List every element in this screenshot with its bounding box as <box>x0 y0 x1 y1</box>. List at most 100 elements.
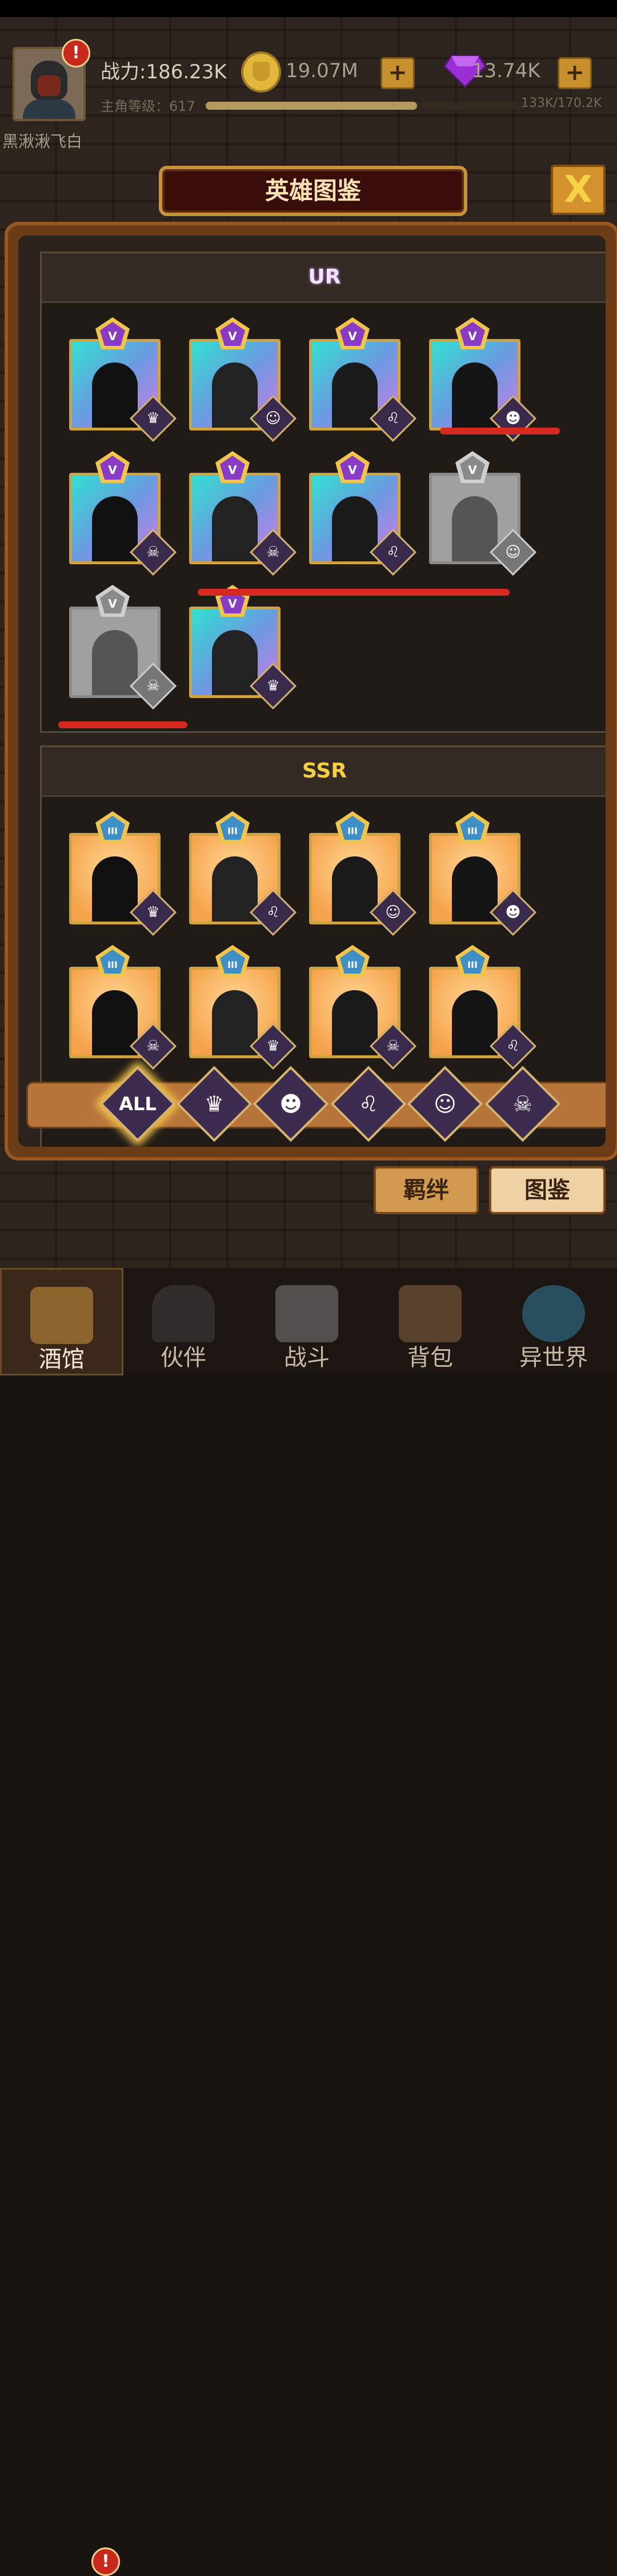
gold-coin-icon <box>241 51 281 93</box>
bottom-nav: 酒馆 ! 伙伴 战斗 背包 异世界 <box>0 1268 617 2576</box>
hero-portrait <box>212 496 258 561</box>
tavern-alert-badge: ! <box>91 2547 120 2576</box>
nav-tavern-label: 酒馆 <box>39 1346 85 1373</box>
svg-text:III: III <box>347 826 358 836</box>
hero-portrait <box>452 362 498 428</box>
ssr-section-title: SSR <box>42 747 606 797</box>
hero-portrait <box>212 856 258 922</box>
gold-amount: 19.07M <box>286 59 358 82</box>
nav-battle[interactable]: 战斗 <box>247 1268 367 1372</box>
beast-icon: ♌ <box>358 1091 379 1116</box>
svg-text:III: III <box>467 826 478 836</box>
nav-otherworld-label: 异世界 <box>519 1345 588 1371</box>
hero-portrait <box>332 990 378 1055</box>
beast-icon: ♌ <box>266 904 280 921</box>
red-underline-mark <box>58 721 187 728</box>
hero-portrait <box>452 856 498 922</box>
human-icon: ☺ <box>385 904 401 921</box>
red-underline-mark <box>440 428 560 434</box>
rank-badge: III <box>214 810 251 846</box>
knight-icon: ♛ <box>266 677 280 695</box>
demon-icon: ☠ <box>266 544 280 561</box>
demon-icon: ☠ <box>146 544 160 561</box>
demon-icon: ☠ <box>146 677 160 695</box>
rank-badge: III <box>214 944 251 979</box>
elf-icon: ☻ <box>279 1091 302 1116</box>
gem-amount: 13.74K <box>472 59 540 82</box>
hero-portrait <box>452 496 498 561</box>
hero-portrait <box>332 856 378 922</box>
rank-badge: III <box>454 810 491 846</box>
xp-progress-bar <box>206 102 526 110</box>
hero-portrait <box>92 630 138 695</box>
partner-icon <box>152 1285 215 1342</box>
xp-text: 133K/170.2K <box>521 96 602 110</box>
elf-icon: ☻ <box>505 904 521 921</box>
swords-icon <box>275 1285 338 1342</box>
svg-text:V: V <box>228 329 237 343</box>
rank-badge: V <box>454 450 491 485</box>
beast-icon: ♌ <box>386 544 400 561</box>
svg-text:III: III <box>107 959 118 970</box>
svg-text:III: III <box>347 959 358 970</box>
player-name: 黑湫湫飞白 <box>2 132 83 151</box>
beast-icon: ♌ <box>386 410 400 427</box>
beast-icon: ♌ <box>506 1038 520 1055</box>
hero-portrait <box>92 990 138 1055</box>
hero-portrait <box>332 362 378 428</box>
nav-backpack-label: 背包 <box>407 1345 453 1371</box>
hero-portrait <box>212 630 258 695</box>
close-button[interactable]: X <box>551 165 606 215</box>
bond-tab[interactable]: 羁绊 <box>374 1166 479 1214</box>
nav-partner[interactable]: 伙伴 <box>123 1268 243 1372</box>
svg-text:V: V <box>468 329 477 343</box>
rank-badge: V <box>334 450 371 485</box>
svg-text:III: III <box>107 826 118 836</box>
svg-text:V: V <box>228 463 237 477</box>
human-icon: ☺ <box>434 1091 456 1116</box>
hero-portrait <box>92 496 138 561</box>
rank-badge: V <box>94 584 131 619</box>
red-underline-mark <box>198 589 510 596</box>
codex-tab[interactable]: 图鉴 <box>489 1166 606 1214</box>
avatar-alert-badge: ! <box>62 39 90 67</box>
ur-section: UR V ♛ V ☺ V ♌ V ☻ V ☠ V ☠ V ♌ V ☺ V ☠ V ♛ <box>40 252 606 733</box>
knight-icon: ♛ <box>146 904 160 921</box>
svg-text:V: V <box>468 463 477 477</box>
human-icon: ☺ <box>265 410 281 427</box>
add-gems-button[interactable]: + <box>558 57 592 89</box>
page-title: 英雄图鉴 <box>265 177 361 205</box>
demon-icon: ☠ <box>386 1038 400 1055</box>
hero-portrait <box>212 990 258 1055</box>
beer-mug-icon <box>30 1287 93 1344</box>
nav-partner-label: 伙伴 <box>161 1345 206 1371</box>
hero-portrait <box>452 990 498 1055</box>
rank-badge: III <box>94 810 131 846</box>
rank-badge: V <box>334 316 371 352</box>
filter-all-label: ALL <box>119 1093 157 1115</box>
nav-tavern[interactable]: 酒馆 <box>0 1268 123 1375</box>
nav-battle-label: 战斗 <box>284 1345 330 1371</box>
hero-portrait <box>212 362 258 428</box>
svg-text:V: V <box>108 597 117 611</box>
rank-badge: III <box>454 944 491 979</box>
rank-badge: III <box>94 944 131 979</box>
hero-portrait <box>92 856 138 922</box>
nav-backpack[interactable]: 背包 <box>370 1268 490 1372</box>
ur-section-title: UR <box>42 253 606 303</box>
nav-otherworld[interactable]: 异世界 <box>494 1268 614 1372</box>
add-gold-button[interactable]: + <box>380 57 415 89</box>
hero-portrait <box>332 496 378 561</box>
svg-text:III: III <box>227 959 238 970</box>
human-icon: ☺ <box>505 544 521 561</box>
svg-text:V: V <box>228 597 237 611</box>
rank-badge: V <box>94 450 131 485</box>
rank-badge: V <box>454 316 491 352</box>
rank-badge: V <box>214 450 251 485</box>
svg-text:III: III <box>467 959 478 970</box>
knight-icon: ♛ <box>146 410 160 427</box>
rank-badge: III <box>334 944 371 979</box>
chest-icon <box>399 1285 462 1342</box>
svg-text:V: V <box>348 329 357 343</box>
svg-text:V: V <box>348 463 357 477</box>
